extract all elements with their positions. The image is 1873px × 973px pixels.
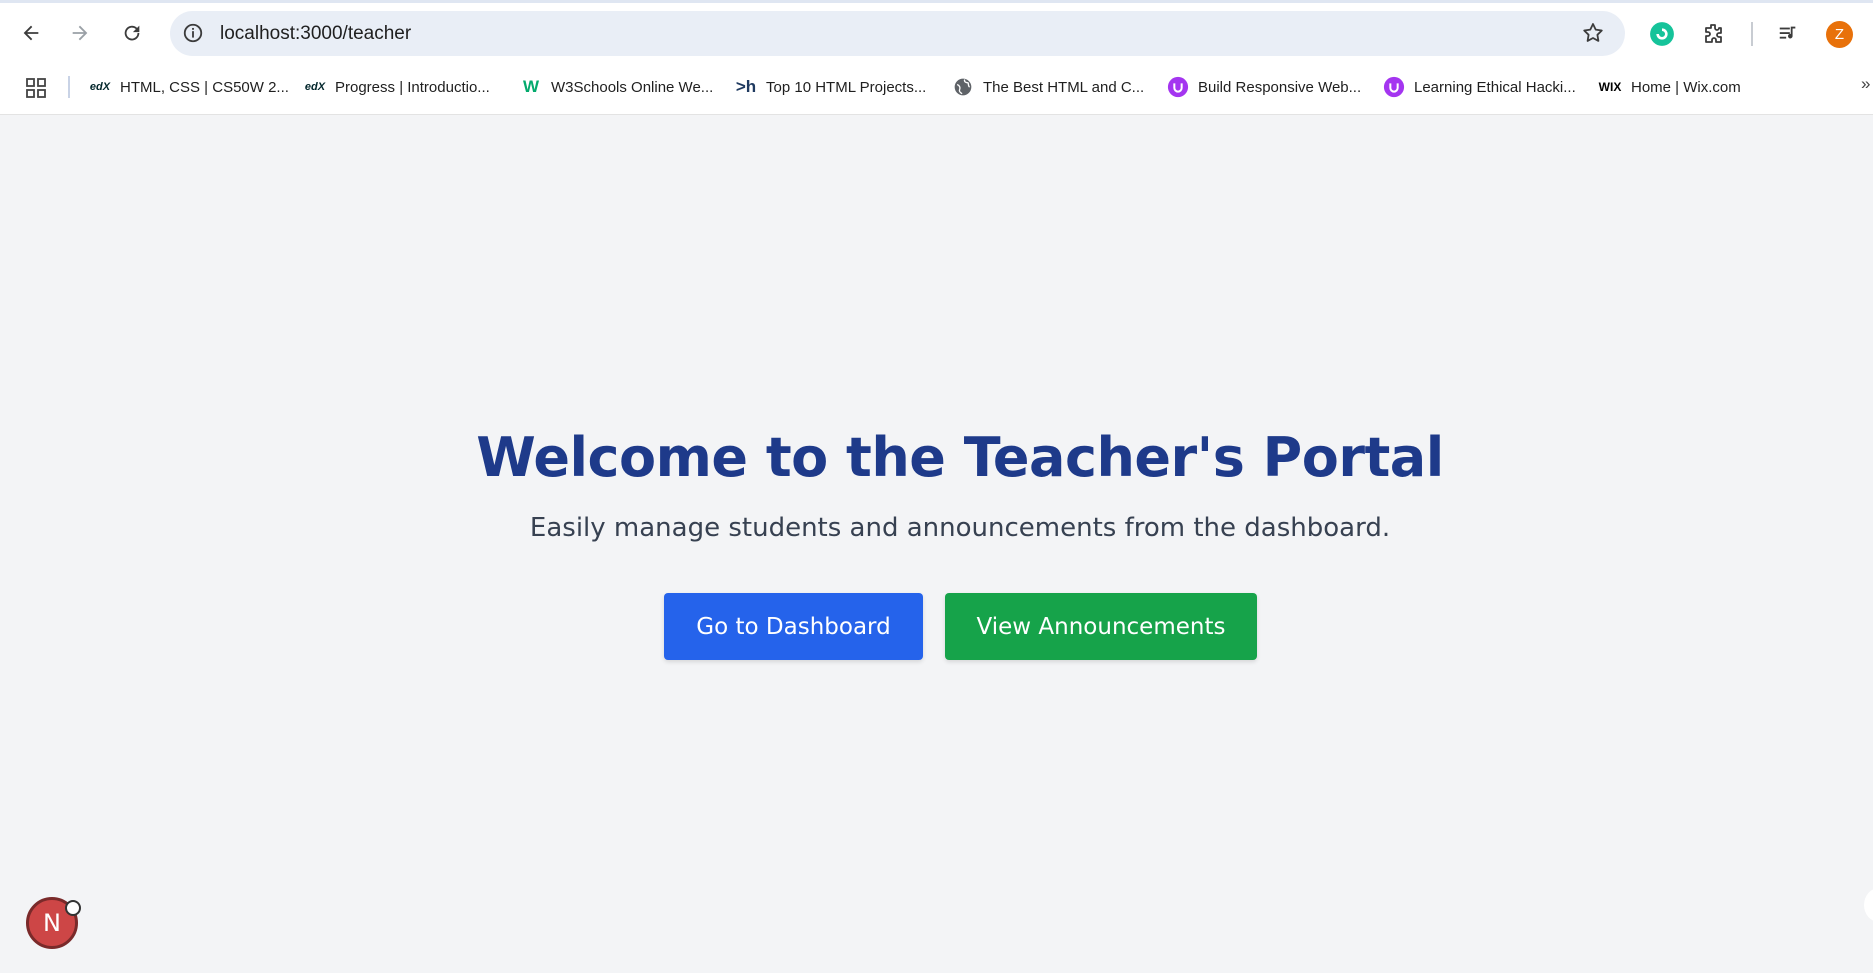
wix-icon: WIX xyxy=(1598,80,1622,94)
edx-icon: edX xyxy=(89,81,111,93)
bookmark-label: Build Responsive Web... xyxy=(1198,78,1362,96)
page-title: Welcome to the Teacher's Portal xyxy=(476,426,1444,489)
toolbar-divider xyxy=(1751,22,1753,46)
bookmark-item[interactable]: edX Progress | Introductio... xyxy=(304,74,490,100)
bookmark-item[interactable]: W W3Schools Online We... xyxy=(520,74,713,100)
bookmarks-overflow-chevron-icon[interactable]: » xyxy=(1861,74,1870,94)
apps-grid-icon[interactable] xyxy=(24,76,48,100)
reload-button[interactable] xyxy=(115,16,149,50)
udemy-icon xyxy=(1383,76,1405,98)
site-info-icon[interactable] xyxy=(182,22,204,44)
arrow-left-icon xyxy=(23,25,39,41)
bookmark-label: The Best HTML and C... xyxy=(983,78,1145,96)
hero-section: Welcome to the Teacher's Portal Easily m… xyxy=(0,114,1873,973)
go-to-dashboard-button[interactable]: Go to Dashboard xyxy=(664,593,923,660)
bookmark-label: Top 10 HTML Projects... xyxy=(766,78,927,96)
bookmark-label: Home | Wix.com xyxy=(1631,78,1741,96)
extensions-puzzle-icon[interactable] xyxy=(1700,20,1728,48)
globe-icon xyxy=(952,78,974,96)
page-subtitle: Easily manage students and announcements… xyxy=(529,513,1391,543)
bookmark-star-icon[interactable] xyxy=(1581,21,1605,45)
bookmark-label: Progress | Introductio... xyxy=(335,78,490,96)
bookmark-item[interactable]: >h Top 10 HTML Projects... xyxy=(735,74,927,100)
back-button[interactable] xyxy=(14,16,48,50)
bookmark-item[interactable]: The Best HTML and C... xyxy=(952,74,1144,100)
udemy-icon xyxy=(1167,76,1189,98)
bookmark-item[interactable]: edX HTML, CSS | CS50W 2... xyxy=(89,74,289,100)
url-text[interactable]: localhost:3000/teacher xyxy=(220,23,411,45)
extension-grammarly-icon[interactable] xyxy=(1648,20,1676,48)
bookmark-item[interactable]: WIX Home | Wix.com xyxy=(1598,74,1741,100)
bookmark-label: HTML, CSS | CS50W 2... xyxy=(120,78,289,96)
w3schools-icon: W xyxy=(522,77,540,96)
tab-strip xyxy=(0,0,1873,3)
bookmark-label: W3Schools Online We... xyxy=(551,78,714,96)
h-icon: >h xyxy=(735,77,757,96)
media-queue-icon[interactable] xyxy=(1774,20,1802,48)
bookmark-item[interactable]: Learning Ethical Hacki... xyxy=(1383,74,1576,100)
bookmarks-divider xyxy=(68,76,70,98)
browser-toolbar: localhost:3000/teacher Z xyxy=(0,0,1873,68)
profile-avatar[interactable]: Z xyxy=(1826,21,1853,48)
forward-button[interactable] xyxy=(63,16,97,50)
arrow-right-icon xyxy=(72,25,88,41)
bookmark-label: Learning Ethical Hacki... xyxy=(1414,78,1576,96)
edx-icon: edX xyxy=(304,81,326,93)
address-bar[interactable]: localhost:3000/teacher xyxy=(170,11,1625,56)
bookmark-item[interactable]: Build Responsive Web... xyxy=(1167,74,1361,100)
view-announcements-button[interactable]: View Announcements xyxy=(945,593,1257,660)
reload-icon xyxy=(124,25,140,41)
dev-indicator-dot xyxy=(65,900,81,916)
